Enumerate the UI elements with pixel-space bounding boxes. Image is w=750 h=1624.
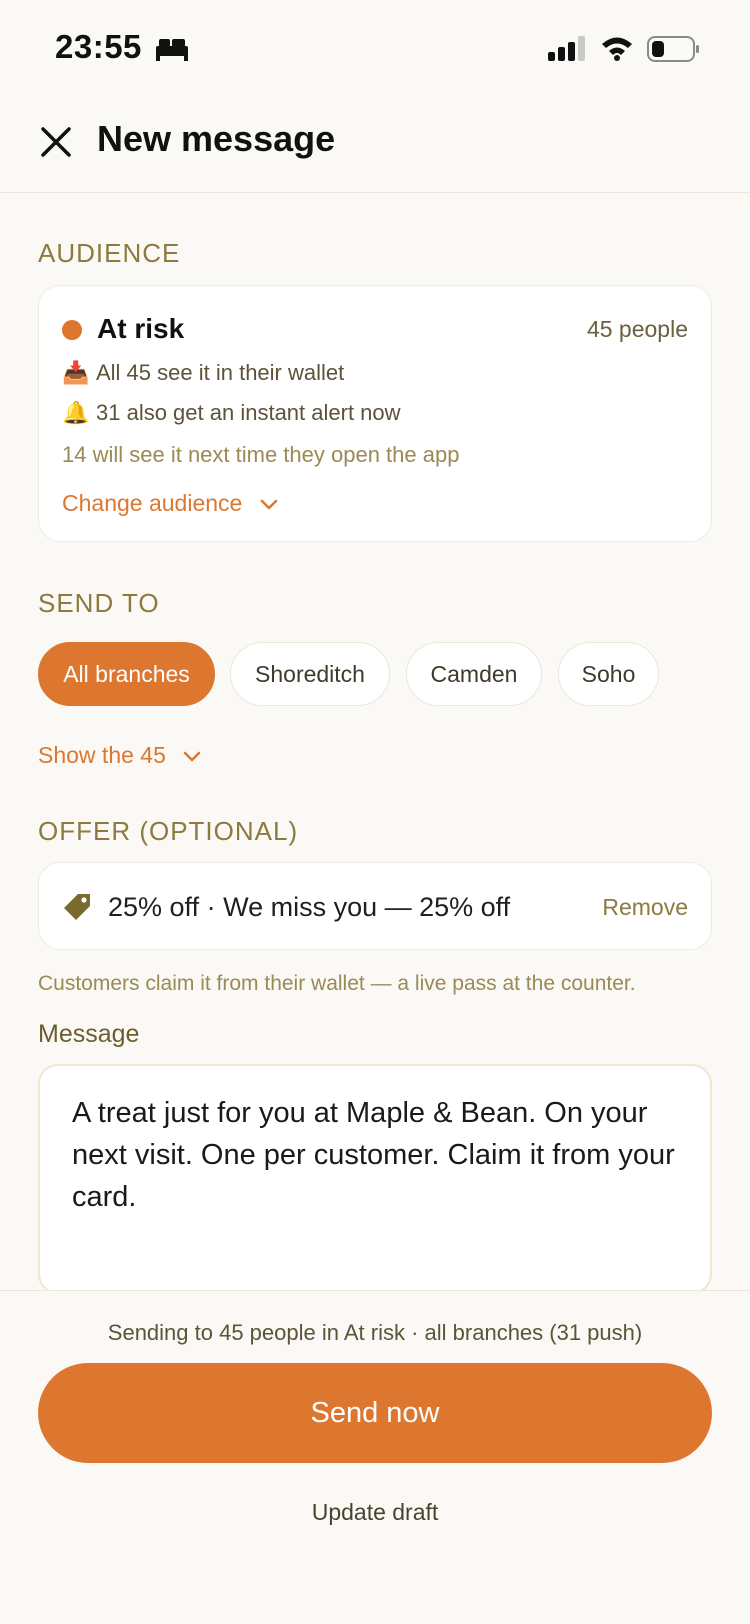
header-divider xyxy=(0,192,750,193)
audience-section-label: AUDIENCE xyxy=(38,238,181,268)
segment-status-dot xyxy=(62,320,82,340)
message-label: Message xyxy=(38,1020,140,1048)
sleep-focus-icon xyxy=(155,36,189,67)
close-icon xyxy=(41,127,71,157)
chip-shoreditch[interactable]: Shoreditch xyxy=(230,642,390,706)
status-time: 23:55 xyxy=(55,28,142,65)
segment-name: At risk xyxy=(97,313,185,344)
send-summary: Sending to 45 people in At risk · all br… xyxy=(107,1320,643,1345)
send-to-section-label: SEND TO xyxy=(38,588,160,618)
offer-text: 25% off · We miss you — 25% off xyxy=(108,892,511,922)
message-textarea[interactable]: A treat just for you at Maple & Bean. On… xyxy=(38,1064,712,1294)
remove-offer-button[interactable]: Remove xyxy=(602,894,688,921)
chip-camden[interactable]: Camden xyxy=(406,642,542,706)
wifi-icon xyxy=(600,34,634,67)
chevron-down-icon xyxy=(260,499,277,510)
show-recipients-button[interactable]: Show the 45 xyxy=(38,742,202,769)
offer-section-label: OFFER (OPTIONAL) xyxy=(38,816,299,846)
offer-note: Customers claim it from their wallet — a… xyxy=(38,972,636,995)
price-tag-icon xyxy=(62,892,92,927)
segment-count: 45 people xyxy=(586,316,688,342)
alert-reach-line: 🔔 31 also get an instant alert now xyxy=(62,400,401,426)
change-audience-button[interactable]: Change audience xyxy=(62,490,279,517)
show-recipients-label: Show the 45 xyxy=(38,742,166,768)
change-audience-label: Change audience xyxy=(62,490,243,516)
alert-reach-text: 31 also get an instant alert now xyxy=(96,400,401,425)
bell-icon: 🔔 xyxy=(62,400,90,425)
inbox-tray-icon: 📥 xyxy=(62,360,90,385)
chevron-down-icon xyxy=(184,751,201,762)
battery-icon xyxy=(647,36,701,67)
close-button[interactable] xyxy=(38,124,74,160)
chip-all-branches[interactable]: All branches xyxy=(38,642,215,706)
wallet-reach-text: All 45 see it in their wallet xyxy=(96,360,345,385)
update-draft-button[interactable]: Update draft xyxy=(0,1499,750,1526)
wallet-reach-line: 📥 All 45 see it in their wallet xyxy=(62,360,344,386)
chip-soho[interactable]: Soho xyxy=(558,642,659,706)
page-title: New message xyxy=(97,118,336,159)
cellular-signal-icon xyxy=(548,36,586,67)
send-now-button[interactable]: Send now xyxy=(38,1363,712,1463)
later-reach-text: 14 will see it next time they open the a… xyxy=(62,442,460,467)
